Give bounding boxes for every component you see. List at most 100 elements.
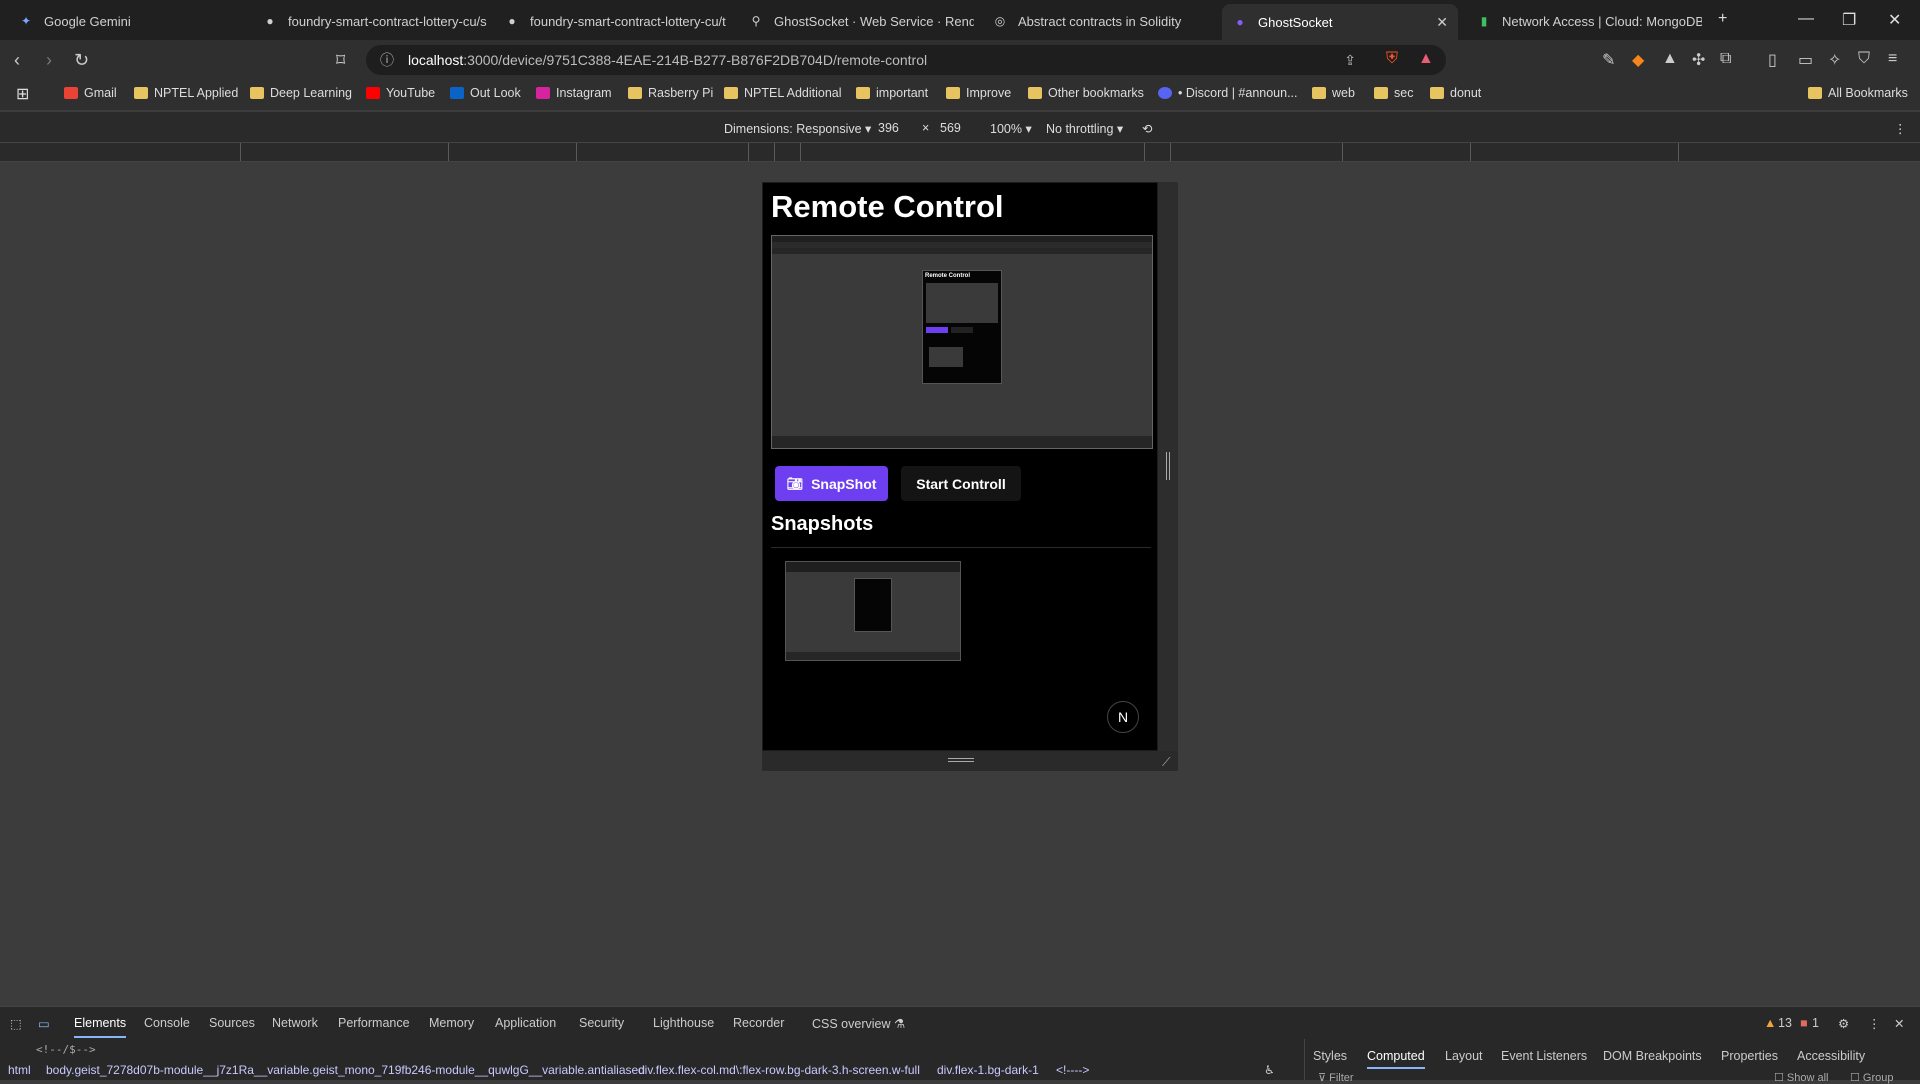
bookmark-nptel-applied[interactable]: NPTEL Applied	[134, 86, 238, 100]
warning-icon[interactable]: ▲	[1764, 1016, 1776, 1030]
minimize-icon[interactable]: —	[1798, 10, 1814, 28]
address-bar[interactable]: ⓘ localhost:3000/device/9751C388-4EAE-21…	[366, 45, 1446, 75]
group-checkbox[interactable]: ☐ Group	[1850, 1071, 1894, 1084]
side-tab-styles[interactable]: Styles	[1313, 1049, 1347, 1063]
all-bookmarks[interactable]: All Bookmarks	[1808, 86, 1908, 100]
bookmark-discord[interactable]: • Discord | #announ...	[1158, 86, 1298, 100]
bookmark-nptel-additional[interactable]: NPTEL Additional	[724, 86, 842, 100]
bookmark-outlook[interactable]: Out Look	[450, 86, 521, 100]
bookmark-important[interactable]: important	[856, 86, 928, 100]
puzzle-icon[interactable]: ✣	[1692, 50, 1705, 70]
show-all-checkbox[interactable]: ☐ Show all	[1774, 1071, 1829, 1084]
remote-screen-view[interactable]: Remote Control	[771, 235, 1153, 449]
dom-tree-line[interactable]: <!--/$-->	[36, 1043, 96, 1056]
window-close-icon[interactable]: ✕	[1888, 10, 1901, 30]
device-toggle-icon[interactable]: ▭	[38, 1016, 50, 1031]
tab-elements[interactable]: Elements	[74, 1016, 127, 1038]
accessibility-person-icon[interactable]: ♿︎	[1264, 1063, 1275, 1077]
tab-sources[interactable]: Sources	[209, 1016, 255, 1030]
reload-icon[interactable]: ↻	[74, 50, 89, 71]
corner-resize-icon[interactable]: ⟋	[1162, 755, 1170, 770]
snapshot-thumbnail[interactable]	[785, 561, 961, 661]
tab-github-2[interactable]: ● foundry-smart-contract-lottery-cu/t	[494, 6, 730, 36]
tab-github-1[interactable]: ● foundry-smart-contract-lottery-cu/s	[252, 6, 488, 36]
tab-solidity[interactable]: ◎ Abstract contracts in Solidity	[982, 6, 1218, 36]
bookmark-gmail[interactable]: Gmail	[64, 86, 117, 100]
resize-handle-side[interactable]	[1158, 182, 1178, 751]
share-icon[interactable]: ⇪	[1344, 52, 1356, 69]
side-tab-accessibility[interactable]: Accessibility	[1797, 1049, 1865, 1063]
tab-performance[interactable]: Performance	[338, 1016, 410, 1030]
tab-mongodb[interactable]: ▮ Network Access | Cloud: MongoDB C	[1466, 6, 1702, 36]
new-tab-icon[interactable]: +	[1718, 10, 1727, 28]
devtools-close-icon[interactable]: ✕	[1894, 1016, 1904, 1031]
side-tab-computed[interactable]: Computed	[1367, 1049, 1425, 1069]
bookmark-icon[interactable]: ⌑	[336, 50, 345, 71]
metamask-icon[interactable]: ◆	[1632, 50, 1644, 70]
rotate-icon[interactable]: ⟲	[1142, 121, 1152, 136]
devtools-more-icon[interactable]: ⋮	[1868, 1016, 1881, 1031]
throttling-select[interactable]: No throttling ▾	[1046, 121, 1123, 136]
dimensions-select[interactable]: Dimensions: Responsive ▾	[724, 121, 871, 136]
tab-network[interactable]: Network	[272, 1016, 318, 1030]
menu-icon[interactable]: ≡	[1888, 50, 1897, 68]
screenshot-icon[interactable]: ⧉	[1720, 50, 1731, 68]
tab-css-overview[interactable]: CSS overview ⚗	[812, 1016, 905, 1031]
bookmark-sec[interactable]: sec	[1374, 86, 1413, 100]
resize-handle-bottom[interactable]: ⟋	[762, 751, 1178, 771]
tab-recorder[interactable]: Recorder	[733, 1016, 784, 1030]
breadcrumb-item[interactable]: div.flex.flex-col.md\:flex-row.bg-dark-3…	[638, 1063, 920, 1077]
tab-security[interactable]: Security	[579, 1016, 624, 1030]
bookmark-donut[interactable]: donut	[1430, 86, 1481, 100]
wallet-icon[interactable]: ▭	[1798, 50, 1813, 70]
apps-icon[interactable]: ⊞	[16, 84, 29, 104]
tab-ghostsocket[interactable]: ● GhostSocket ✕	[1222, 4, 1458, 40]
bookmark-youtube[interactable]: YouTube	[366, 86, 435, 100]
breadcrumb-item[interactable]: html	[8, 1063, 31, 1077]
sidebar-icon[interactable]: ▯	[1768, 50, 1777, 70]
restore-icon[interactable]: ❐	[1842, 10, 1856, 30]
bookmark-instagram[interactable]: Instagram	[536, 86, 612, 100]
breadcrumb-item[interactable]: body.geist_7278d07b-module__j7z1Ra__vari…	[46, 1063, 645, 1077]
extension-icon[interactable]: ▲	[1662, 50, 1678, 68]
tab-console[interactable]: Console	[144, 1016, 190, 1030]
close-tab-icon[interactable]: ✕	[1436, 14, 1448, 31]
tab-google-gemini[interactable]: ✦ Google Gemini	[8, 6, 248, 36]
pen-icon[interactable]: ✎	[1602, 50, 1615, 70]
start-control-button[interactable]: Start Controll	[901, 466, 1021, 501]
bookmark-rasberry-pi[interactable]: Rasberry Pi	[628, 86, 713, 100]
folder-icon	[250, 87, 264, 99]
more-options-icon[interactable]: ⋮	[1894, 121, 1907, 136]
settings-icon[interactable]: ⚙	[1838, 1016, 1849, 1031]
nextjs-badge[interactable]: N	[1107, 701, 1139, 733]
site-info-icon[interactable]: ⓘ	[380, 50, 394, 70]
brave-rewards-icon[interactable]: ▲	[1418, 50, 1434, 68]
side-tab-event-listeners[interactable]: Event Listeners	[1501, 1049, 1587, 1063]
breadcrumb-item[interactable]: <!---->	[1056, 1063, 1089, 1077]
tab-lighthouse[interactable]: Lighthouse	[653, 1016, 714, 1030]
tab-render[interactable]: ⚲ GhostSocket · Web Service · Render	[738, 6, 974, 36]
side-tab-layout[interactable]: Layout	[1445, 1049, 1483, 1063]
height-input[interactable]: 569	[940, 121, 961, 135]
bookmark-web[interactable]: web	[1312, 86, 1355, 100]
snapshot-button[interactable]: 📷︎ SnapShot	[775, 466, 888, 501]
tab-memory[interactable]: Memory	[429, 1016, 474, 1030]
bookmark-improve[interactable]: Improve	[946, 86, 1011, 100]
error-icon[interactable]: ■	[1800, 1016, 1808, 1030]
back-icon[interactable]: ‹	[14, 50, 20, 71]
bookmark-deep-learning[interactable]: Deep Learning	[250, 86, 352, 100]
group-label: Group	[1862, 1072, 1894, 1084]
inspect-icon[interactable]: ⬚	[10, 1016, 22, 1031]
forward-icon[interactable]: ›	[46, 50, 52, 71]
bookmark-other[interactable]: Other bookmarks	[1028, 86, 1144, 100]
tab-application[interactable]: Application	[495, 1016, 556, 1030]
breadcrumb-item[interactable]: div.flex-1.bg-dark-1	[937, 1063, 1039, 1077]
filter-input[interactable]: ⊽ Filter	[1318, 1071, 1354, 1084]
side-tab-dom-breakpoints[interactable]: DOM Breakpoints	[1603, 1049, 1702, 1063]
side-tab-properties[interactable]: Properties	[1721, 1049, 1778, 1063]
leo-icon[interactable]: ✧	[1828, 50, 1841, 70]
width-input[interactable]: 396	[878, 121, 899, 135]
brave-shield-icon[interactable]: ⛨	[1386, 50, 1398, 68]
zoom-select[interactable]: 100% ▾	[990, 121, 1032, 136]
vpn-icon[interactable]: ⛉	[1858, 50, 1870, 68]
